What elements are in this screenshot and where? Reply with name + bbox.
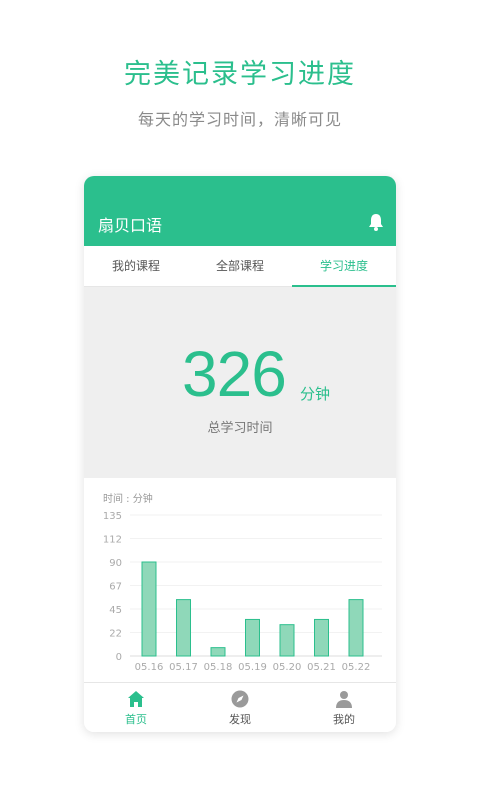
home-icon	[128, 691, 144, 707]
x-tick-label: 05.16	[135, 662, 164, 673]
tab-my-courses[interactable]: 我的课程	[84, 246, 188, 286]
app-bar: 扇贝口语	[84, 176, 396, 246]
study-time-chart: 时间 : 分钟 135 112 90 67 45 22 0 05.16 05.17 05.18 05…	[84, 478, 396, 682]
y-tick-label: 67	[109, 582, 122, 593]
y-axis-label: 时间 : 分钟	[103, 492, 153, 505]
total-minutes-unit: 分钟	[300, 385, 331, 403]
compass-icon	[231, 690, 249, 708]
nav-home-label: 首页	[125, 713, 147, 726]
bottom-nav: 首页 发现 我的	[84, 682, 396, 732]
y-tick-label: 90	[109, 558, 122, 569]
x-tick-label: 05.19	[238, 662, 267, 673]
y-tick-label: 112	[103, 535, 122, 546]
phone-screen: 扇贝口语 我的课程 全部课程 学习进度 326 分钟 总学习时间 时间 : 分钟…	[84, 176, 396, 732]
total-time-caption: 总学习时间	[207, 421, 273, 436]
nav-discover-label: 发现	[229, 713, 251, 726]
promo-subline: 每天的学习时间，清晰可见	[137, 110, 342, 129]
nav-discover[interactable]: 发现	[188, 683, 292, 732]
bar-05.19	[245, 618, 260, 657]
tab-bar: 我的课程 全部课程 学习进度	[84, 246, 396, 287]
total-time-panel: 326 分钟 总学习时间	[84, 287, 396, 478]
bar-05.22	[348, 599, 364, 657]
promo-headline: 完美记录学习进度	[124, 59, 356, 90]
total-minutes-value: 326	[182, 338, 287, 410]
x-tick-label: 05.22	[342, 662, 371, 673]
x-tick-label: 05.18	[204, 662, 233, 673]
bar-05.16	[141, 561, 157, 657]
bar-05.18	[210, 647, 226, 657]
bar-05.17	[176, 599, 191, 657]
y-tick-label: 22	[109, 629, 122, 640]
bar-05.20	[279, 624, 295, 657]
x-tick-label: 05.21	[307, 662, 336, 673]
bar-05.21	[314, 618, 329, 657]
y-tick-label: 45	[109, 605, 122, 616]
y-tick-label: 0	[116, 652, 122, 663]
bell-icon[interactable]	[366, 212, 386, 232]
x-tick-label: 05.20	[273, 662, 302, 673]
nav-profile-label: 我的	[333, 713, 355, 726]
app-title: 扇贝口语	[98, 216, 163, 235]
y-tick-label: 135	[103, 511, 122, 522]
tab-all-courses[interactable]: 全部课程	[188, 246, 292, 286]
bar-chart: 时间 : 分钟 135 112 90 67 45 22 0 05.16 05.17 05.18 05…	[103, 492, 382, 673]
nav-profile[interactable]: 我的	[292, 683, 396, 732]
person-icon	[336, 691, 352, 708]
tab-progress[interactable]: 学习进度	[292, 246, 396, 287]
nav-home[interactable]: 首页	[84, 683, 188, 732]
x-tick-label: 05.17	[169, 662, 198, 673]
